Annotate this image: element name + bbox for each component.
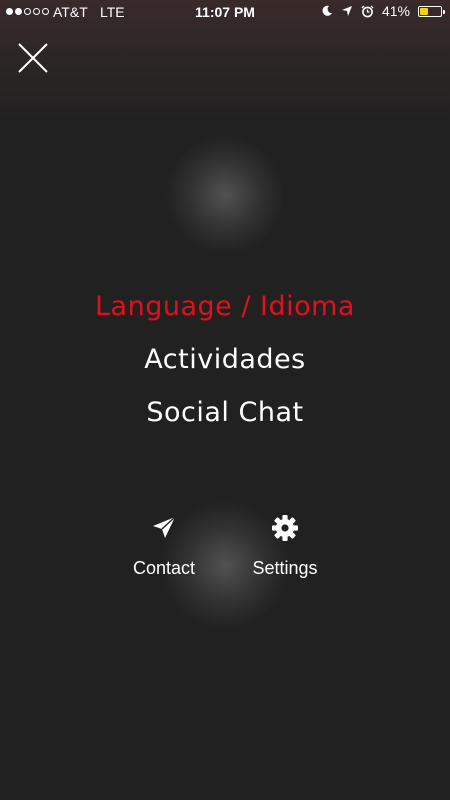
location-arrow-icon bbox=[341, 6, 352, 16]
status-bar: AT&T LTE 11:07 PM 41% bbox=[0, 0, 450, 24]
settings-label: Settings bbox=[252, 558, 318, 578]
menu-overlay-screen: AT&T LTE 11:07 PM 41% Language / Idioma … bbox=[0, 0, 450, 800]
alarm-icon bbox=[361, 5, 374, 17]
battery-icon bbox=[418, 5, 445, 17]
contact-button[interactable]: Contact bbox=[104, 514, 224, 579]
blurred-background-glow bbox=[165, 135, 285, 255]
menu-item-social-chat[interactable]: Social Chat bbox=[146, 386, 303, 439]
gear-icon bbox=[272, 515, 298, 541]
paper-plane-icon bbox=[153, 516, 176, 538]
moon-icon bbox=[322, 5, 332, 16]
main-menu: Language / Idioma Actividades Social Cha… bbox=[0, 280, 450, 439]
menu-item-actividades[interactable]: Actividades bbox=[144, 333, 305, 386]
settings-button[interactable]: Settings bbox=[225, 514, 345, 579]
contact-label: Contact bbox=[132, 558, 196, 578]
status-icons: 41% bbox=[321, 3, 445, 19]
bottom-actions: Contact Settings bbox=[0, 514, 450, 594]
battery-level-fill bbox=[420, 7, 428, 15]
battery-percent: 41% bbox=[381, 3, 410, 19]
close-button[interactable] bbox=[15, 40, 51, 76]
close-x-icon bbox=[18, 43, 48, 73]
menu-item-language[interactable]: Language / Idioma bbox=[95, 280, 355, 333]
